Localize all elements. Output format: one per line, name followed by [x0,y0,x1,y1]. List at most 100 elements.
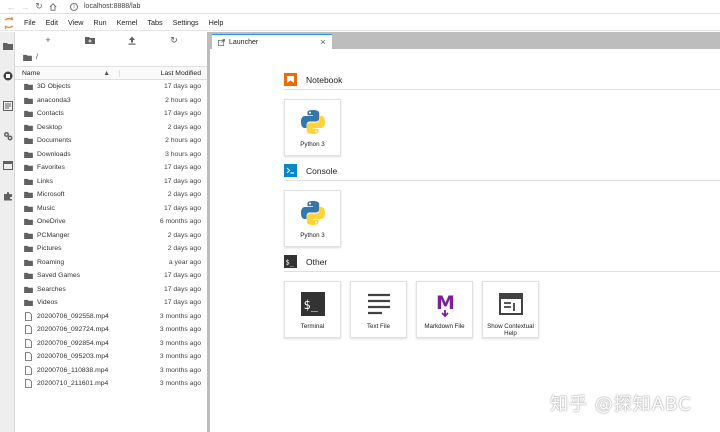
breadcrumb-path[interactable]: / [36,54,38,61]
tab-launcher[interactable]: Launcher × [212,34,332,49]
file-modified: 3 hours ago [165,150,201,158]
folder-icon [23,285,33,293]
column-modified-header[interactable]: Last Modified [119,69,207,77]
console-icon [284,164,297,177]
file-modified: 17 days ago [163,272,201,280]
file-modified: 3 months ago [159,366,201,374]
file-browser-toolbar: + ↻ [15,32,207,48]
terminal-icon: $_ [298,289,328,319]
back-icon[interactable]: ← [4,0,18,14]
commands-palette-icon[interactable] [2,100,13,111]
new-folder-icon[interactable] [84,34,96,46]
menu-bar: File Edit View Run Kernel Tabs Settings … [0,15,720,31]
menu-edit[interactable]: Edit [41,18,63,27]
file-list-row[interactable]: Searches 17 days ago [15,283,207,297]
notebook-section-title: Notebook [306,74,343,85]
folder-tab-icon[interactable] [2,40,13,51]
other-section-title: Other [306,256,328,267]
console-python3-card[interactable]: Python 3 [284,190,341,247]
forward-icon[interactable]: → [18,0,32,14]
text-file-icon [364,289,394,319]
sort-ascending-icon: ▲ [103,69,110,77]
tab-launcher-label: Launcher [229,38,259,46]
markdown-file-card[interactable]: M Markdown File [416,281,473,338]
running-sessions-icon[interactable] [2,70,13,81]
upload-icon[interactable] [126,34,138,46]
markdown-icon: M [430,289,460,319]
file-modified: 17 days ago [163,83,201,91]
file-list-row[interactable]: Links 17 days ago [15,175,207,189]
file-modified: 3 months ago [159,339,201,347]
open-tabs-icon[interactable] [2,160,13,171]
file-name: 20200710_211601.mp4 [37,380,109,388]
file-list-row[interactable]: Pictures 2 days ago [15,242,207,256]
folder-icon[interactable] [23,54,32,61]
reload-icon[interactable]: ↻ [32,0,46,14]
menu-settings[interactable]: Settings [168,18,204,27]
file-list-row[interactable]: Favorites 17 days ago [15,161,207,175]
folder-icon [23,96,33,104]
card-label: Text File [366,323,391,330]
new-launcher-icon[interactable]: + [42,34,54,46]
file-list-row[interactable]: Microsoft 2 days ago [15,188,207,202]
file-icon [23,352,33,362]
card-label: Terminal [300,323,325,330]
extension-manager-icon[interactable] [2,190,13,201]
file-modified: 3 months ago [159,353,201,361]
file-list-row[interactable]: 20200710_211601.mp4 3 months ago [15,377,207,391]
file-list-row[interactable]: Desktop 2 days ago [15,121,207,135]
menu-tabs[interactable]: Tabs [142,18,167,27]
menu-run[interactable]: Run [88,18,111,27]
menu-kernel[interactable]: Kernel [112,18,143,27]
main-dock-area: Launcher × Notebook Python 3 Console Pyt… [210,32,720,432]
refresh-icon[interactable]: ↻ [168,34,180,46]
file-list-row[interactable]: 3D Objects 17 days ago [15,80,207,94]
file-list-row[interactable]: 20200706_092724.mp4 3 months ago [15,323,207,337]
property-inspector-icon[interactable] [2,130,13,141]
menu-help[interactable]: Help [204,18,229,27]
column-name-header[interactable]: Name ▲ [15,70,119,77]
file-icon [23,325,33,335]
other-section-header: $_ Other [284,255,720,272]
file-list-row[interactable]: Contacts 17 days ago [15,107,207,121]
file-list-row[interactable]: PCManger 2 days ago [15,229,207,243]
menu-view[interactable]: View [63,18,88,27]
file-name: Microsoft [37,191,65,199]
folder-icon [23,272,33,280]
notebook-python3-card[interactable]: Python 3 [284,99,341,156]
folder-icon [23,83,33,91]
close-icon[interactable]: × [318,37,328,47]
card-label: Show Contextual Help [487,323,534,337]
terminal-card[interactable]: $_ Terminal [284,281,341,338]
file-list-row[interactable]: Downloads 3 hours ago [15,148,207,162]
info-icon[interactable]: i [70,2,78,11]
file-list-row[interactable]: 20200706_092854.mp4 3 months ago [15,337,207,351]
file-icon [23,338,33,348]
file-list-row[interactable]: Music 17 days ago [15,202,207,216]
file-list-row[interactable]: 20200706_095203.mp4 3 months ago [15,350,207,364]
home-icon[interactable] [46,0,60,14]
file-list-row[interactable]: 20200706_092558.mp4 3 months ago [15,310,207,324]
contextual-help-card[interactable]: Show Contextual Help [482,281,539,338]
text-file-card[interactable]: Text File [350,281,407,338]
file-list-row[interactable]: OneDrive 6 months ago [15,215,207,229]
file-modified: 3 months ago [159,326,201,334]
file-name: OneDrive [37,218,66,226]
console-section-title: Console [306,165,338,176]
file-name: PCManger [37,231,70,239]
address-bar[interactable]: i localhost:8888/lab [70,1,140,13]
file-list-row[interactable]: Saved Games 17 days ago [15,269,207,283]
card-label: Markdown File [424,323,465,330]
file-modified: 2 days ago [167,231,201,239]
file-name: Documents [37,137,72,145]
file-list-row[interactable]: Roaming a year ago [15,256,207,270]
file-list-row[interactable]: 20200706_110838.mp4 3 months ago [15,364,207,378]
file-list-row[interactable]: anaconda3 2 hours ago [15,94,207,108]
file-list-row[interactable]: Videos 17 days ago [15,296,207,310]
folder-icon [23,258,33,266]
file-list-row[interactable]: Documents 2 hours ago [15,134,207,148]
tab-bar: Launcher × [210,32,720,49]
svg-text:$_: $_ [303,298,318,312]
menu-file[interactable]: File [19,18,41,27]
launcher-icon [218,38,225,46]
